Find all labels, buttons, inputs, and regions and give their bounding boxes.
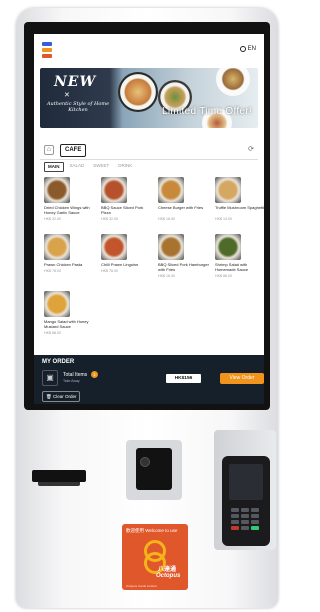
menu-item-name: Chilli Prawn Linguine [101, 262, 139, 267]
food-plate-image [118, 72, 158, 112]
banner-subtitle: Authentic Style of Home Kitchen [46, 101, 110, 113]
order-type: Take Away [63, 379, 80, 383]
menu-item-image [44, 177, 70, 203]
menu-item-name: Mango Salad with Honey Mustard Sauce [44, 319, 89, 329]
menu-item-price: HK$ 32.00 [101, 217, 118, 221]
menu-item-card[interactable]: Shrimp Salad with Homemade Sauce HK$ 88.0… [215, 234, 264, 284]
octopus-welcome-text: 歡迎使用 Welcome to use [126, 528, 178, 533]
subcategory-tabs: MAIN SALAD SWEET DRINK [44, 162, 135, 172]
item-count-badge: 1 [91, 371, 98, 378]
menu-item-name: BBQ Sauce Sliced Pork Pizza [101, 205, 144, 215]
card-payment-terminal[interactable] [222, 456, 270, 546]
menu-item-name: BBQ Sliced Pork Hamburger with Fries [158, 262, 209, 272]
receipt-printer-slot [32, 470, 86, 482]
scanner-window [136, 448, 172, 490]
menu-item-card[interactable]: Truffle Mushroom Spaghetti HK$ 13.00 [215, 177, 264, 227]
menu-item-name: Cheese Burger with Fries [158, 205, 204, 210]
menu-item-name: Shrimp Salad with Homemade Sauce [215, 262, 249, 272]
menu-item-card[interactable]: Prawn Chicken Pasta HK$ 78.00 [44, 234, 94, 284]
menu-item-image [44, 291, 70, 317]
menu-item-price: HK$ 16.00 [158, 274, 175, 278]
menu-item-name: Dried Chicken Wings with Honey Garlic Sa… [44, 205, 90, 215]
language-switch[interactable]: EN [239, 46, 256, 52]
top-bar: EN [34, 34, 264, 68]
menu-item-card[interactable]: BBQ Sliced Pork Hamburger with Fries HK$ … [158, 234, 209, 284]
tab-cafe[interactable]: CAFE [60, 144, 87, 157]
brand-logo-icon [42, 42, 52, 58]
menu-item-image [44, 234, 70, 260]
menu-item-price: HK$ 13.00 [215, 217, 232, 221]
order-bar: MY ORDER ▣ Total Items Take Away 1 HK$15… [34, 355, 264, 404]
menu-item-image [158, 234, 184, 260]
terminal-keypad[interactable] [231, 508, 261, 530]
subtab-salad[interactable]: SALAD [67, 162, 88, 170]
octopus-brand-en: Octopus [156, 573, 181, 579]
octopus-brand-zh: 八達通 [158, 567, 177, 573]
receipt-printer-lip [38, 482, 80, 486]
menu-item-image [101, 177, 127, 203]
subtab-main[interactable]: MAIN [44, 162, 64, 172]
menu-item-card[interactable]: BBQ Sauce Sliced Pork Pizza HK$ 32.00 [101, 177, 151, 227]
promo-banner[interactable]: NEW ✕ Authentic Style of Home Kitchen Li… [40, 68, 258, 128]
food-plate-image [216, 68, 250, 96]
subtab-sweet[interactable]: SWEET [90, 162, 112, 170]
kiosk-screen: EN NEW ✕ Authentic Style of Home Kitchen… [34, 34, 264, 404]
total-items-label: Total Items [63, 372, 88, 378]
camera-lens-icon [140, 457, 150, 467]
menu-item-image [215, 177, 241, 203]
clear-order-button[interactable]: 🗑 Clear Order [42, 391, 81, 402]
divider [40, 159, 258, 160]
clear-order-label: Clear Order [52, 394, 77, 399]
menu-item-price: HK$ 88.00 [215, 274, 232, 278]
menu-item-card[interactable]: Cheese Burger with Fries HK$ 16.00 [158, 177, 208, 227]
terminal-screen [229, 464, 263, 500]
menu-item-card[interactable]: Mango Salad with Honey Mustard Sauce HK$ … [44, 291, 94, 341]
menu-item-price: HK$ 78.00 [101, 269, 118, 273]
menu-item-card[interactable]: Chilli Prawn Linguine HK$ 78.00 [101, 234, 151, 284]
menu-item-name: Prawn Chicken Pasta [44, 262, 83, 267]
takeaway-bag-icon: ▣ [42, 370, 58, 386]
menu-item-card[interactable]: Dried Chicken Wings with Honey Garlic Sa… [44, 177, 94, 227]
menu-item-image [158, 177, 184, 203]
qr-scanner [126, 440, 182, 500]
menu-item-price: HK$ 88.00 [44, 331, 61, 335]
order-title: MY ORDER [42, 359, 75, 365]
menu-item-price: HK$ 32.00 [44, 217, 61, 221]
octopus-reader[interactable]: 歡迎使用 Welcome to use 八達通 Octopus Octopus … [122, 524, 188, 590]
order-total: HK$156 [166, 374, 201, 383]
globe-icon [239, 46, 246, 52]
menu-item-price: HK$ 16.00 [158, 217, 175, 221]
menu-item-image [101, 234, 127, 260]
home-icon[interactable]: ⌂ [44, 145, 54, 155]
view-order-button[interactable]: View Order [220, 373, 264, 384]
refresh-icon[interactable]: ⟳ [246, 145, 256, 155]
octopus-fine-print: Octopus Cards Limited [126, 584, 157, 588]
menu-item-name: Truffle Mushroom Spaghetti [215, 205, 264, 210]
menu-item-price: HK$ 78.00 [44, 269, 61, 273]
banner-badge: NEW [54, 74, 97, 90]
cutlery-icon: ✕ [64, 92, 70, 99]
menu-item-image [215, 234, 241, 260]
language-label: EN [247, 46, 256, 52]
subtab-drink[interactable]: DRINK [115, 162, 135, 170]
banner-offer-text: Limited Time Offer! [162, 106, 252, 117]
